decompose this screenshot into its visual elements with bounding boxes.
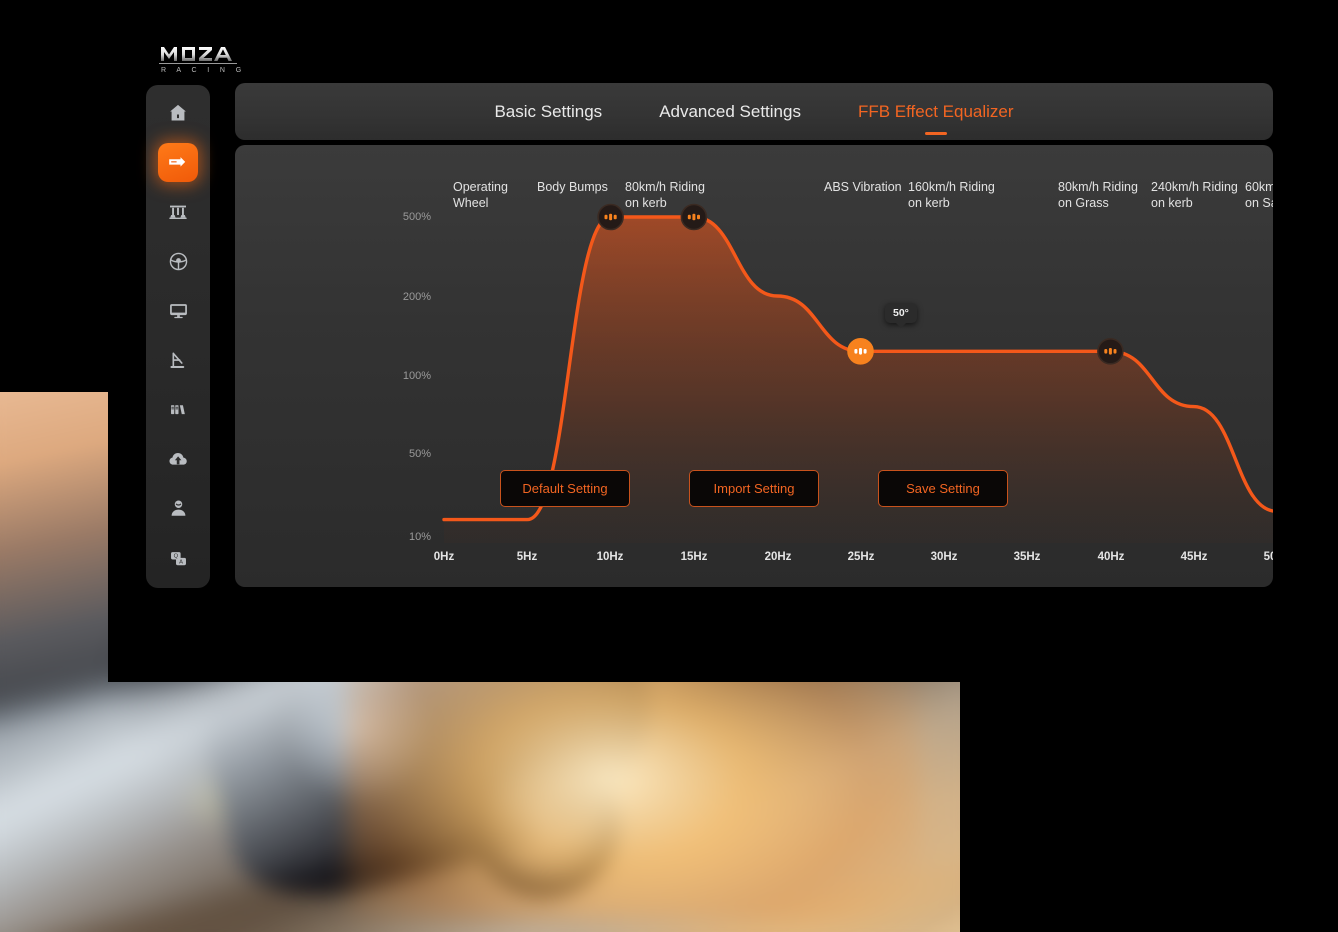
import-setting-button[interactable]: Import Setting — [689, 470, 819, 507]
x-tick-35hz: 35Hz — [1013, 551, 1041, 563]
sidebar-item-display[interactable] — [158, 291, 198, 331]
home-icon — [167, 102, 189, 124]
sidebar-item-home[interactable] — [158, 93, 198, 133]
x-tick-40hz: 40Hz — [1097, 551, 1125, 563]
wheelbase-icon — [166, 150, 190, 174]
x-tick-20hz: 20Hz — [764, 551, 792, 563]
save-setting-button[interactable]: Save Setting — [878, 470, 1008, 507]
app-window: R A C I N G Q A Basic Settings Advanced … — [146, 0, 1338, 682]
y-tick-200: 200% — [402, 291, 431, 303]
moza-racing-logo: R A C I N G — [159, 44, 259, 74]
steering-wheel-icon — [167, 250, 190, 273]
svg-text:Q: Q — [173, 553, 178, 559]
faq-icon: Q A — [167, 547, 190, 570]
sidebar-item-pedals[interactable] — [158, 192, 198, 232]
sidebar-item-shifter[interactable] — [158, 390, 198, 430]
x-tick-45hz: 45Hz — [1180, 551, 1208, 563]
handbrake-icon — [167, 349, 190, 372]
tab-basic-settings[interactable]: Basic Settings — [494, 102, 602, 122]
ffb-equalizer-panel: Operating Wheel Body Bumps 80km/h Riding o… — [235, 145, 1273, 587]
sidebar-item-steering-wheel[interactable] — [158, 242, 198, 282]
action-button-row: Default Setting Import Setting Save Sett… — [235, 470, 1273, 507]
handle-value-tooltip: 50° — [885, 303, 917, 323]
handle-40hz[interactable] — [1097, 338, 1124, 365]
y-tick-100: 100% — [402, 370, 431, 382]
pedals-icon — [166, 200, 190, 224]
cloud-upload-icon — [167, 448, 190, 471]
handle-15hz[interactable] — [680, 203, 708, 231]
monitor-icon — [167, 299, 190, 322]
tab-ffb-effect-equalizer[interactable]: FFB Effect Equalizer — [858, 102, 1014, 122]
screen: R A C I N G Q A Basic Settings Advanced … — [0, 0, 1338, 932]
sidebar: Q A — [146, 85, 210, 588]
sidebar-item-cloud[interactable] — [158, 440, 198, 480]
sidebar-item-account[interactable] — [158, 489, 198, 529]
tab-bar: Basic Settings Advanced Settings FFB Eff… — [235, 83, 1273, 140]
x-tick-25hz: 25Hz — [847, 551, 875, 563]
y-tick-50: 50% — [408, 448, 431, 460]
tab-advanced-settings[interactable]: Advanced Settings — [659, 102, 801, 122]
chart-area[interactable]: Operating Wheel Body Bumps 80km/h Riding o… — [235, 145, 1273, 587]
y-tick-10: 10% — [408, 531, 431, 543]
x-tick-0hz: 0Hz — [433, 551, 455, 563]
default-setting-button[interactable]: Default Setting — [500, 470, 630, 507]
x-tick-50hz: 50Hz — [1263, 551, 1273, 563]
bg-mask-mid — [0, 380, 108, 388]
x-tick-15hz: 15Hz — [680, 551, 708, 563]
handle-25hz[interactable] — [847, 338, 874, 365]
shifter-icon — [167, 398, 190, 421]
user-icon — [167, 497, 190, 520]
svg-text:A: A — [179, 559, 183, 565]
handle-10hz[interactable] — [597, 203, 624, 231]
x-tick-5hz: 5Hz — [516, 551, 538, 563]
sidebar-item-support[interactable]: Q A — [158, 539, 198, 579]
x-tick-10hz: 10Hz — [596, 551, 624, 563]
sidebar-item-handbrake[interactable] — [158, 341, 198, 381]
x-tick-30hz: 30Hz — [930, 551, 958, 563]
svg-text:R A C I N G: R A C I N G — [161, 67, 246, 74]
sidebar-item-wheelbase[interactable] — [158, 142, 198, 182]
y-tick-500: 500% — [402, 211, 431, 223]
